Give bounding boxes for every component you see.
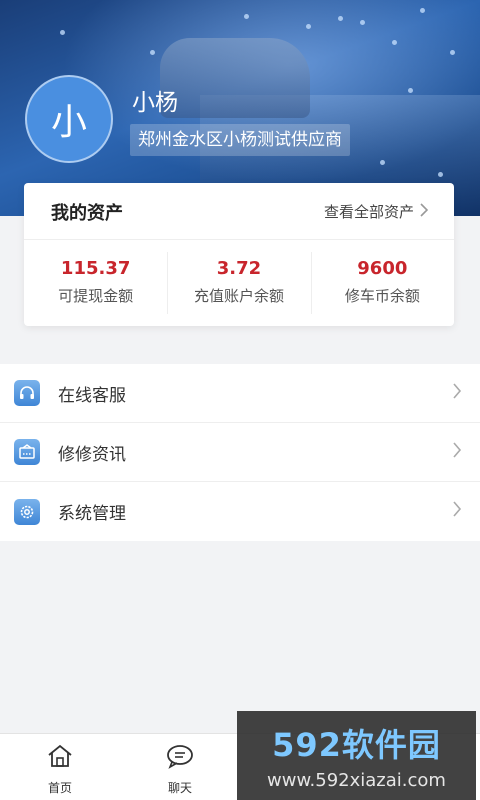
rain-dot bbox=[306, 24, 311, 29]
chat-icon bbox=[165, 743, 195, 773]
rain-dot bbox=[420, 8, 425, 13]
menu-item-label: 在线客服 bbox=[58, 385, 126, 406]
rain-dot bbox=[150, 50, 155, 55]
assets-card: 我的资产 查看全部资产 115.37 可提现金额 3.72 充值账户余额 960… bbox=[24, 183, 454, 326]
gear-icon bbox=[14, 498, 40, 525]
tab-home[interactable]: 首页 bbox=[0, 734, 120, 800]
menu-item-label: 修修资讯 bbox=[58, 444, 126, 465]
tab-chat[interactable]: 聊天 bbox=[120, 734, 240, 800]
tab-label: 聊天 bbox=[167, 781, 192, 795]
asset-value: 9600 bbox=[357, 258, 408, 279]
menu-item-news[interactable]: 修修资讯 bbox=[0, 423, 480, 482]
asset-label: 可提现金额 bbox=[58, 287, 134, 305]
asset-withdrawable[interactable]: 115.37 可提现金额 bbox=[24, 240, 167, 326]
menu-item-label: 系统管理 bbox=[58, 504, 126, 524]
assets-values: 115.37 可提现金额 3.72 充值账户余额 9600 修车币余额 bbox=[24, 240, 454, 326]
view-all-assets-link[interactable]: 查看全部资产 bbox=[323, 201, 429, 222]
watermark-brand: 592软件园 bbox=[272, 726, 441, 764]
asset-label: 充值账户余额 bbox=[193, 287, 284, 305]
rain-dot bbox=[360, 20, 365, 25]
menu-item-online-service[interactable]: 在线客服 bbox=[0, 364, 480, 423]
background-car bbox=[160, 38, 310, 118]
view-all-assets-label: 查看全部资产 bbox=[323, 203, 414, 221]
rain-dot bbox=[392, 40, 397, 45]
rain-dot bbox=[60, 30, 65, 35]
watermark-url: www.592xiazai.com bbox=[267, 770, 446, 791]
asset-recharge-balance[interactable]: 3.72 充值账户余额 bbox=[167, 240, 310, 326]
avatar-initial: 小 bbox=[50, 102, 87, 143]
rain-dot bbox=[438, 172, 443, 177]
rain-dot bbox=[244, 14, 249, 19]
chevron-right-icon bbox=[420, 202, 429, 221]
chevron-right-icon bbox=[452, 382, 462, 404]
asset-value: 115.37 bbox=[60, 258, 131, 279]
chevron-right-icon bbox=[452, 441, 462, 463]
settings-menu: 在线客服 修修资讯 系统管理 bbox=[0, 364, 480, 541]
user-name: 小杨 bbox=[132, 90, 178, 116]
assets-title: 我的资产 bbox=[51, 203, 123, 224]
rain-dot bbox=[408, 88, 413, 93]
menu-item-system-settings[interactable]: 系统管理 bbox=[0, 482, 480, 541]
asset-label: 修车币余额 bbox=[344, 287, 420, 305]
asset-value: 3.72 bbox=[216, 258, 262, 279]
rain-dot bbox=[450, 50, 455, 55]
company-name: 郑州金水区小杨测试供应商 bbox=[130, 124, 350, 156]
tab-label: 首页 bbox=[47, 781, 72, 795]
chevron-right-icon bbox=[452, 500, 462, 522]
news-icon bbox=[14, 439, 40, 465]
headset-icon bbox=[14, 380, 40, 406]
avatar[interactable]: 小 bbox=[25, 75, 113, 163]
asset-repair-coins[interactable]: 9600 修车币余额 bbox=[310, 240, 454, 326]
home-icon bbox=[46, 743, 74, 773]
rain-dot bbox=[380, 160, 385, 165]
assets-header: 我的资产 查看全部资产 bbox=[24, 183, 454, 240]
rain-dot bbox=[338, 16, 343, 21]
watermark-overlay: 592软件园 www.592xiazai.com bbox=[237, 711, 476, 800]
